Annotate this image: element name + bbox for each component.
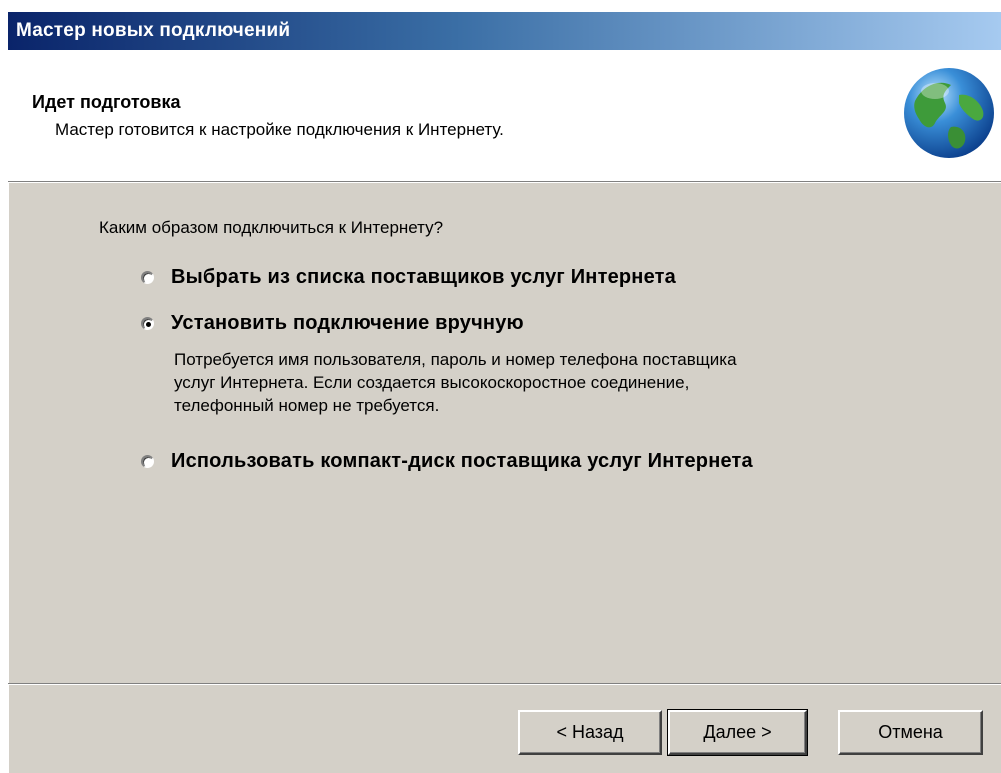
- radio-button-selected[interactable]: [141, 317, 154, 330]
- option-label[interactable]: Использовать компакт-диск поставщика усл…: [171, 450, 753, 473]
- option-label[interactable]: Выбрать из списка поставщиков услуг Инте…: [171, 266, 676, 289]
- option-label[interactable]: Установить подключение вручную: [171, 312, 524, 335]
- header-subtitle: Мастер готовится к настройке подключения…: [55, 120, 504, 139]
- option-use-isp-cd[interactable]: Использовать компакт-диск поставщика усл…: [141, 450, 753, 473]
- option-manual-setup[interactable]: Установить подключение вручную: [141, 312, 524, 335]
- description-line: телефонный номер не требуется.: [174, 396, 440, 415]
- connection-question: Каким образом подключиться к Интернету?: [99, 218, 444, 237]
- wizard-header: Идет подготовка Мастер готовится к настр…: [8, 50, 1001, 182]
- description-line: услуг Интернета. Если создается высокоск…: [174, 373, 690, 392]
- footer-separator: [8, 683, 1001, 685]
- title-bar[interactable]: Мастер новых подключений: [8, 12, 1001, 50]
- radio-button[interactable]: [141, 271, 154, 284]
- radio-button[interactable]: [141, 455, 154, 468]
- cancel-button[interactable]: Отмена: [838, 710, 983, 755]
- window-title: Мастер новых подключений: [16, 20, 291, 41]
- back-button[interactable]: < Назад: [518, 710, 662, 755]
- globe-icon: [904, 68, 994, 158]
- connection-wizard-window: Мастер новых подключений Идет подготовка…: [8, 12, 1001, 773]
- description-line: Потребуется имя пользователя, пароль и н…: [174, 350, 737, 369]
- header-title: Идет подготовка: [32, 92, 181, 112]
- manual-setup-description: Потребуется имя пользователя, пароль и н…: [174, 348, 934, 417]
- next-button[interactable]: Далее >: [667, 709, 808, 756]
- option-choose-from-list[interactable]: Выбрать из списка поставщиков услуг Инте…: [141, 266, 676, 289]
